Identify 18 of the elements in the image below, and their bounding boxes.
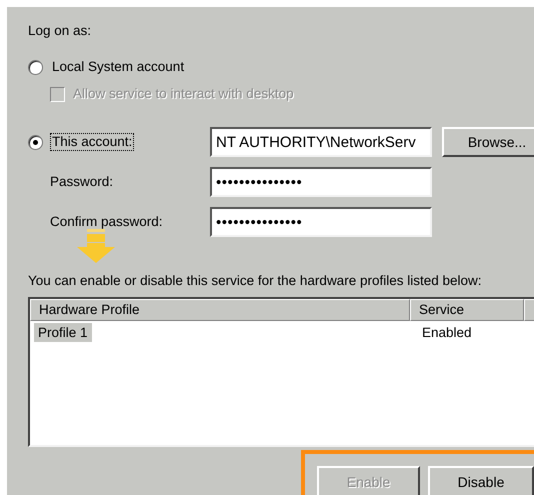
profiles-caption: You can enable or disable this service for the hardware profiles listed below: <box>28 273 483 289</box>
confirm-password-field[interactable]: ••••••••••••••• <box>210 207 432 237</box>
account-field[interactable]: NT AUTHORITY\NetworkServ <box>210 127 432 157</box>
radio-button[interactable] <box>28 134 43 150</box>
column-header[interactable]: Hardware Profile <box>30 299 410 321</box>
browse-button[interactable]: Browse... <box>442 127 534 157</box>
logon-heading: Log on as: <box>28 23 92 39</box>
radio-label[interactable]: Local System account <box>51 59 186 75</box>
password-label: Password: <box>49 174 114 190</box>
table-cell[interactable]: Profile 1 <box>34 322 92 342</box>
confirm-password-label: Confirm password: <box>49 214 164 230</box>
radio-button[interactable] <box>28 60 43 74</box>
table-cell[interactable]: Enabled <box>418 322 476 342</box>
disable-button[interactable]: Disable <box>428 466 534 495</box>
down-arrow-icon <box>76 229 116 263</box>
password-field[interactable]: ••••••••••••••• <box>210 167 432 197</box>
radio-label[interactable]: This account: <box>51 134 134 150</box>
column-header[interactable]: Service <box>410 299 524 321</box>
